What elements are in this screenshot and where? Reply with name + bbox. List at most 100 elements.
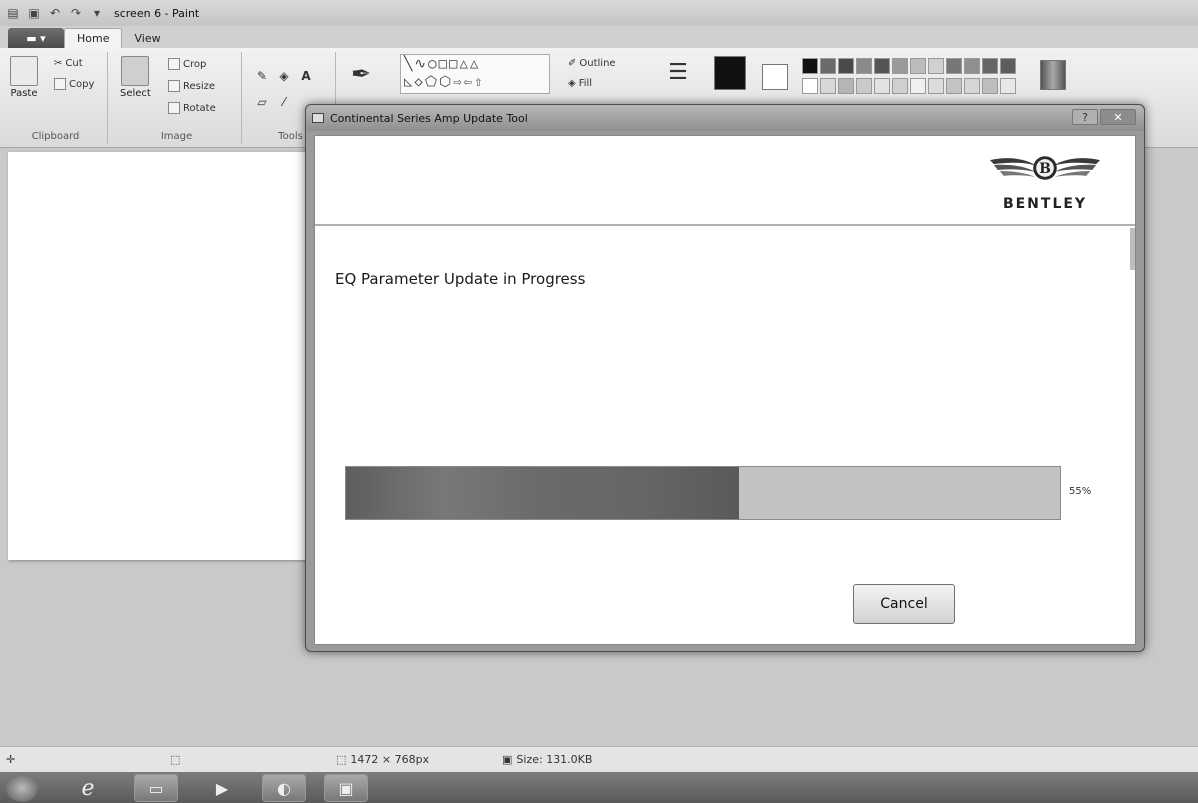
- paste-button[interactable]: Paste: [10, 56, 38, 99]
- palette-swatch[interactable]: [892, 58, 908, 74]
- palette-swatch[interactable]: [874, 58, 890, 74]
- quick-access-dropdown-icon[interactable]: ▾: [90, 6, 104, 20]
- start-icon[interactable]: [6, 774, 38, 802]
- palette-swatch[interactable]: [910, 58, 926, 74]
- app-window-icon: [312, 113, 324, 123]
- palette-swatch[interactable]: [802, 58, 818, 74]
- rotate-label: Rotate: [183, 102, 216, 114]
- file-size-value: Size: 131.0KB: [516, 753, 593, 766]
- rotate-button[interactable]: Rotate: [168, 102, 216, 114]
- cut-button[interactable]: ✂ Cut: [54, 58, 83, 69]
- palette-swatch[interactable]: [838, 78, 854, 94]
- disk-icon: ▣: [502, 753, 513, 766]
- palette-swatch[interactable]: [856, 78, 872, 94]
- explorer-icon[interactable]: ▭: [134, 774, 178, 802]
- selection-size-icon: ⬚: [170, 753, 181, 766]
- bentley-logo: B BENTLEY: [985, 150, 1105, 212]
- resize-button[interactable]: Resize: [168, 80, 215, 92]
- select-icon: [121, 56, 150, 86]
- canvas-dimensions-value: 1472 × 768px: [350, 753, 430, 766]
- edit-colors-icon[interactable]: [1040, 60, 1066, 90]
- ie-icon[interactable]: e: [66, 774, 110, 802]
- eraser-icon[interactable]: ▱: [254, 94, 270, 110]
- palette-swatch[interactable]: [802, 78, 818, 94]
- image-group: Select Crop Resize Rotate Image: [112, 52, 242, 144]
- tab-home[interactable]: Home: [64, 28, 123, 48]
- palette-swatch[interactable]: [964, 78, 980, 94]
- resize-icon: [168, 80, 180, 92]
- dialog-scrollbar[interactable]: [1130, 228, 1135, 270]
- palette-swatch[interactable]: [982, 78, 998, 94]
- media-player-icon[interactable]: ▶: [200, 774, 244, 802]
- select-button[interactable]: Select: [120, 56, 151, 99]
- fill-icon[interactable]: ◈: [276, 68, 292, 84]
- dialog-title-bar[interactable]: Continental Series Amp Update Tool ? ✕: [306, 105, 1144, 131]
- update-progress-bar: [345, 466, 1061, 520]
- palette-swatch[interactable]: [964, 58, 980, 74]
- canvas-size-icon: ⬚: [336, 753, 347, 766]
- text-icon[interactable]: A: [298, 68, 314, 84]
- palette-swatch[interactable]: [820, 58, 836, 74]
- palette-swatch[interactable]: [1000, 58, 1016, 74]
- resize-label: Resize: [183, 80, 216, 92]
- pencil-icon[interactable]: ✎: [254, 68, 270, 84]
- select-label: Select: [120, 88, 151, 99]
- paint-file-menu-button[interactable]: ▬ ▾: [8, 28, 64, 48]
- save-icon[interactable]: ▣: [27, 6, 41, 20]
- image-group-label: Image: [160, 131, 193, 142]
- palette-swatch[interactable]: [838, 58, 854, 74]
- palette-swatch[interactable]: [982, 58, 998, 74]
- redo-icon[interactable]: ↷: [69, 6, 83, 20]
- copy-button[interactable]: Copy: [54, 78, 94, 90]
- cancel-button[interactable]: Cancel: [853, 584, 955, 624]
- paint-canvas[interactable]: [8, 152, 308, 560]
- undo-icon[interactable]: ↶: [48, 6, 62, 20]
- palette-swatch[interactable]: [928, 78, 944, 94]
- fill-button[interactable]: ◈ Fill: [568, 78, 592, 89]
- color-picker-icon[interactable]: ⁄: [276, 94, 292, 110]
- brush-icon[interactable]: ✒: [345, 58, 377, 90]
- paint-menu-icon[interactable]: ▤: [6, 6, 20, 20]
- paste-label: Paste: [10, 88, 38, 99]
- paint-icon[interactable]: ◐: [262, 774, 306, 802]
- palette-swatch[interactable]: [856, 58, 872, 74]
- palette-swatch[interactable]: [946, 58, 962, 74]
- color-2-swatch[interactable]: [762, 64, 788, 90]
- outline-icon: ✐: [568, 58, 577, 69]
- bentley-brand-text: BENTLEY: [1002, 196, 1088, 212]
- bentley-wings-logo: B: [989, 156, 1101, 180]
- palette-swatch[interactable]: [1000, 78, 1016, 94]
- palette-swatch[interactable]: [946, 78, 962, 94]
- canvas-dimensions: ⬚ 1472 × 768px: [336, 753, 429, 766]
- crop-button[interactable]: Crop: [168, 58, 206, 70]
- color-1-swatch[interactable]: [714, 56, 746, 90]
- tab-view[interactable]: View: [122, 28, 172, 48]
- dialog-header: B BENTLEY: [315, 136, 1135, 226]
- file-size: ▣ Size: 131.0KB: [502, 753, 592, 766]
- palette-swatch[interactable]: [874, 78, 890, 94]
- dialog-title: Continental Series Amp Update Tool: [330, 111, 528, 125]
- progress-fill: [346, 467, 739, 519]
- copy-icon: [54, 78, 66, 90]
- app-icon[interactable]: ▣: [324, 774, 368, 802]
- close-button[interactable]: ✕: [1100, 109, 1136, 125]
- progress-percent-label: 55%: [1069, 486, 1092, 497]
- outline-label: Outline: [579, 58, 616, 69]
- palette-swatch[interactable]: [910, 78, 926, 94]
- dialog-body: B BENTLEY EQ Parameter Update in Progres…: [314, 135, 1136, 645]
- window-controls: ? ✕: [1072, 109, 1136, 125]
- outline-button[interactable]: ✐ Outline: [568, 58, 616, 69]
- clipboard-group: Paste ✂ Cut Copy Clipboard: [4, 52, 108, 144]
- shape-fill-icon: ◈: [568, 78, 576, 89]
- palette-swatch[interactable]: [928, 58, 944, 74]
- paint-window-title: screen 6 - Paint: [114, 6, 200, 20]
- palette-swatch[interactable]: [892, 78, 908, 94]
- help-button[interactable]: ?: [1072, 109, 1098, 125]
- cut-label: Cut: [65, 58, 83, 69]
- shapes-gallery[interactable]: ╲∿○□□△△ ◺◇⬠⬡⇨⇦⇧: [400, 54, 550, 94]
- palette-swatch[interactable]: [820, 78, 836, 94]
- size-icon[interactable]: ☰: [660, 56, 696, 90]
- cursor-position-icon: ✛: [6, 753, 16, 766]
- crop-icon: [168, 58, 180, 70]
- ribbon-tabs: ▬ ▾ Home View: [0, 26, 1198, 48]
